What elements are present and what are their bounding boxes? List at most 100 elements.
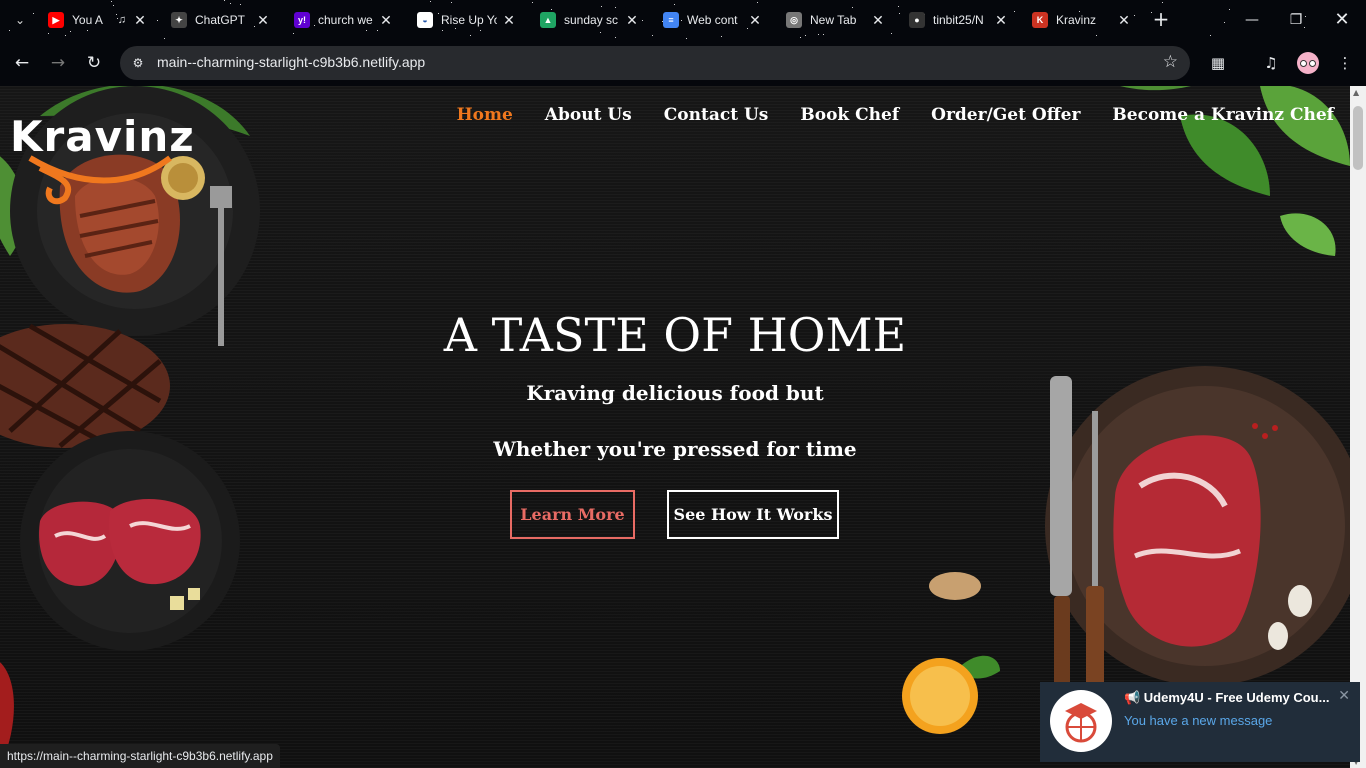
star-dot [65,35,66,36]
nav-home[interactable]: Home [457,105,513,125]
see-how-it-works-button[interactable]: See How It Works [667,490,839,539]
browser-tab[interactable]: K Kravinz ✕ [1032,6,1132,34]
learn-more-button[interactable]: Learn More [510,490,635,539]
browser-tab[interactable]: ● tinbit25/N ✕ [909,6,1009,34]
star-dot [230,3,231,4]
extensions-puzzle-icon[interactable]: ▦ [1207,52,1229,74]
reload-icon[interactable]: ↻ [82,51,106,75]
notification-message: You have a new message [1124,713,1273,728]
back-arrow-icon[interactable]: ← [10,51,34,75]
site-info-icon[interactable]: ⚙ [129,54,147,72]
tab-close-icon[interactable]: ✕ [624,12,640,29]
star-dot [898,6,899,7]
tab-close-icon[interactable]: ✕ [993,12,1009,29]
browser-tab[interactable]: ▶ You A ♫ ✕ [48,6,148,34]
tab-close-icon[interactable]: ✕ [501,12,517,29]
star-dot [1134,15,1135,16]
star-dot [1162,2,1163,3]
google-drive-icon: ▲ [540,12,556,28]
star-dot [33,13,34,14]
push-notification[interactable]: 📢 Udemy4U - Free Udemy Cou... You have a… [1040,682,1360,762]
tab-title: sunday sc [564,13,619,27]
orange-slice-image [902,655,1000,734]
star-dot [9,30,10,31]
logo-swoosh-icon [28,155,172,205]
notification-title: 📢 Udemy4U - Free Udemy Cou... [1124,690,1330,705]
star-dot [430,1,431,2]
chatgpt-icon: ✦ [171,12,187,28]
close-window-icon[interactable]: ✕ [1330,8,1354,32]
star-dot [721,36,722,37]
tab-title: New Tab [810,13,857,27]
browser-menu-icon[interactable]: ⋮ [1334,52,1356,74]
tab-close-icon[interactable]: ✕ [378,12,394,29]
scrollbar-thumb[interactable] [1353,106,1363,170]
address-bar-url[interactable]: main--charming-starlight-c9b3b6.netlify.… [157,54,425,70]
bookmark-star-icon[interactable]: ☆ [1163,52,1178,72]
tab-close-icon[interactable]: ✕ [1116,12,1132,29]
globe-icon: ◎ [786,12,802,28]
google-docs-icon: ≡ [663,12,679,28]
restore-window-icon[interactable]: ❐ [1284,8,1308,32]
star-dot [532,2,533,3]
star-dot [224,0,225,1]
tab-close-icon[interactable]: ✕ [255,12,271,29]
hero-subtitle-line-2: Whether you're pressed for time [493,437,857,461]
notification-close-icon[interactable]: ✕ [1338,688,1350,704]
star-dot [1096,35,1097,36]
tab-close-icon[interactable]: ✕ [132,12,148,29]
star-dot [818,34,819,35]
browser-tab[interactable]: ◒ Rise Up Yo ✕ [417,6,517,34]
star-dot [1014,11,1015,12]
nav-about-us[interactable]: About Us [545,105,632,125]
tab-title: ChatGPT [195,13,246,27]
minimize-window-icon[interactable]: — [1240,8,1264,32]
star-dot [1229,9,1230,10]
nav-order-get-offer[interactable]: Order/Get Offer [931,105,1080,125]
scroll-up-arrow-icon[interactable]: ▲ [1353,88,1359,97]
udemy4u-logo-icon [1050,690,1112,752]
browser-tab[interactable]: ▲ sunday sc ✕ [540,6,640,34]
tab-search-chevron-icon[interactable]: ⌄ [10,10,30,30]
tab-close-icon[interactable]: ✕ [747,12,763,29]
star-dot [470,35,471,36]
github-icon: ● [909,12,925,28]
star-dot [1210,35,1211,36]
star-dot [111,1,112,2]
star-dot [891,33,892,34]
forward-arrow-icon[interactable]: → [46,51,70,75]
star-dot [805,35,806,36]
star-dot [642,20,643,21]
tab-title: Web cont [687,13,738,27]
star-dot [823,34,824,35]
star-dot [652,35,653,36]
media-controls-icon[interactable]: ♫ [1260,52,1282,74]
browser-tab-strip: ⌄ ▶ You A ♫ ✕ ✦ ChatGPT ✕ y! church we ✕ ◒ Rise Up … [0,0,1366,40]
browser-tab[interactable]: ◎ New Tab ✕ [786,6,886,34]
hero-subtitle-line-1: Kraving delicious food but [526,381,824,405]
tab-audio-icon[interactable]: ♫ [118,14,126,26]
star-dot [451,2,452,3]
star-dot [800,37,801,38]
tab-close-icon[interactable]: ✕ [870,12,886,29]
tab-title: tinbit25/N [933,13,984,27]
browser-tab[interactable]: ✦ ChatGPT ✕ [171,6,271,34]
main-navigation: Home About Us Contact Us Book Chef Order… [457,105,1334,125]
tab-title: You A [72,13,103,27]
nav-become-chef[interactable]: Become a Kravinz Chef [1112,105,1334,125]
new-tab-button[interactable]: + [1150,8,1172,30]
nav-book-chef[interactable]: Book Chef [800,105,899,125]
page-scrollbar[interactable]: ▲ ▼ [1350,86,1366,768]
youtube-icon: ▶ [48,12,64,28]
kravinz-icon: K [1032,12,1048,28]
browser-tab[interactable]: y! church we ✕ [294,6,394,34]
yahoo-icon: y! [294,12,310,28]
nav-contact-us[interactable]: Contact Us [664,105,769,125]
address-bar[interactable]: ⚙ main--charming-starlight-c9b3b6.netlif… [120,46,1190,80]
shallot-image [929,572,981,600]
raw-ribeye-board-image [1045,366,1350,696]
star-dot [899,13,900,14]
browser-tab[interactable]: ≡ Web cont ✕ [663,6,763,34]
profile-avatar[interactable] [1297,52,1319,74]
star-dot [757,2,758,3]
